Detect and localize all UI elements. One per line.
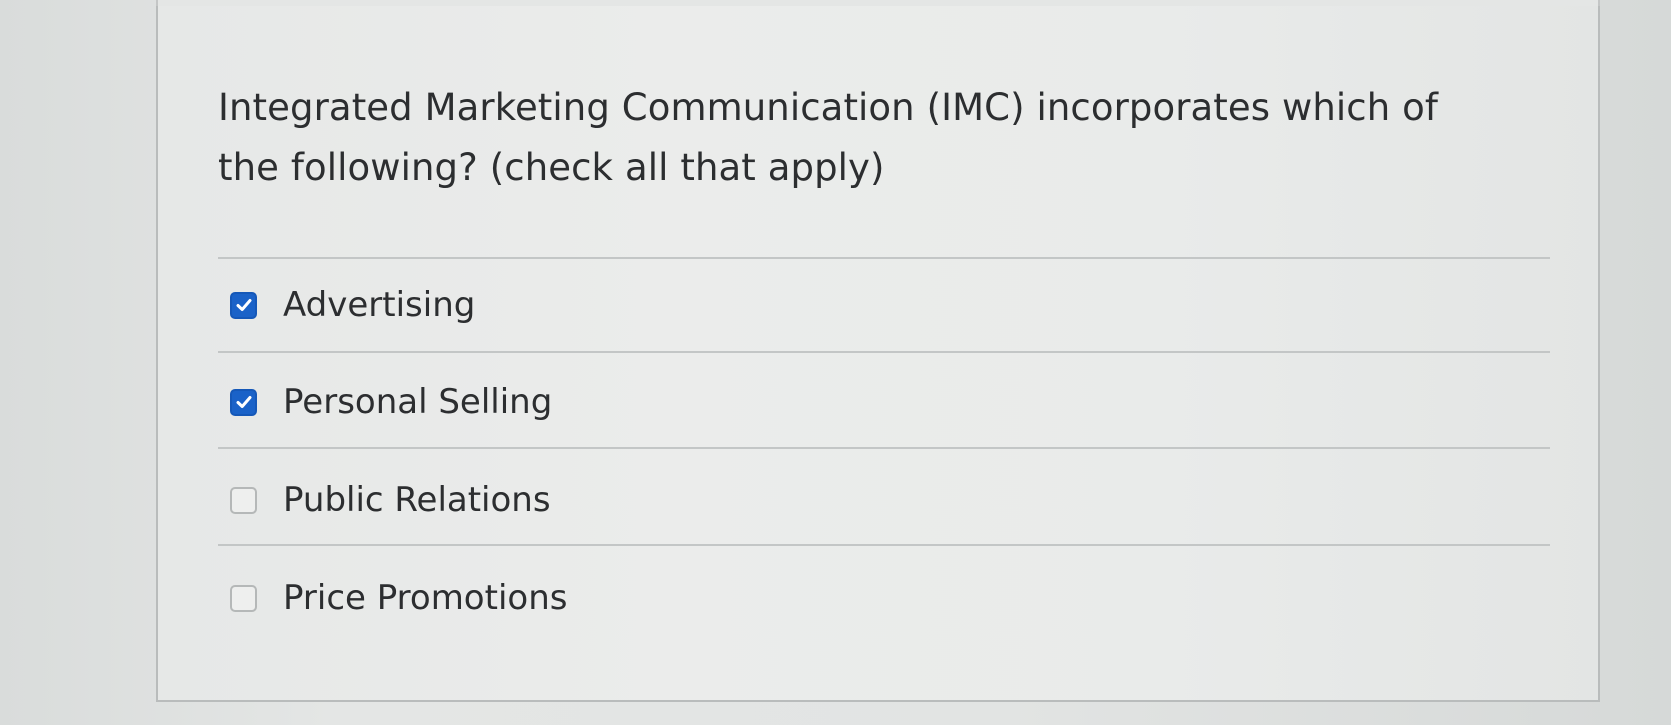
answer-divider (218, 447, 1550, 449)
answer-label: Public Relations (283, 480, 551, 520)
quiz-screen: Integrated Marketing Communication (IMC)… (0, 0, 1671, 725)
answer-label: Price Promotions (283, 578, 568, 618)
answer-option-public-relations[interactable]: Public Relations (218, 470, 1118, 530)
answer-label: Advertising (283, 285, 476, 325)
answer-divider (218, 544, 1550, 546)
checkbox-checked-icon[interactable] (230, 388, 257, 416)
checkbox-unchecked-icon[interactable] (230, 486, 257, 514)
answer-divider (218, 257, 1550, 259)
answer-label: Personal Selling (283, 382, 553, 422)
answer-option-personal-selling[interactable]: Personal Selling (218, 372, 1118, 432)
checkbox-unchecked-icon[interactable] (230, 584, 257, 612)
answer-divider (218, 351, 1550, 353)
question-text: Integrated Marketing Communication (IMC)… (218, 86, 1439, 189)
answer-option-advertising[interactable]: Advertising (218, 275, 1118, 335)
checkbox-checked-icon[interactable] (230, 291, 257, 319)
answer-option-price-promotions[interactable]: Price Promotions (218, 568, 1118, 628)
